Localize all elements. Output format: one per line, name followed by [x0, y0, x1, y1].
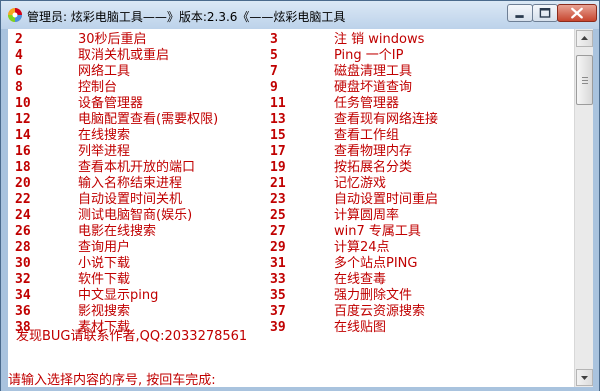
menu-item-label: 百度云资源搜索: [334, 304, 426, 319]
menu-item-number: 21: [270, 176, 286, 191]
menu-item-number: 33: [270, 272, 286, 287]
arrow-up-icon: [581, 36, 588, 40]
console-window: 管理员: 炫彩电脑工具——》版本:2.3.6《——炫彩电脑工具 2 30秒后重启 4…: [0, 0, 600, 391]
menu-item-label: 在线贴图: [334, 320, 387, 335]
bug-report-line: 发现BUG请联系作者,QQ:2033278561: [16, 329, 248, 344]
menu-item-label: 查看工作组: [334, 128, 400, 143]
menu-item-label: 计算圆周率: [334, 208, 400, 223]
menu-item-label: 计算24点: [334, 240, 390, 255]
thumb-grip: [582, 83, 588, 84]
menu-item-number: 27: [270, 224, 286, 239]
menu-item: 35 强力删除文件: [8, 288, 568, 304]
menu-item: 13 查看现有网络连接: [8, 112, 568, 128]
menu-item: 29 计算24点: [8, 240, 568, 256]
scroll-down-button[interactable]: [576, 369, 593, 386]
menu-item: 27 win7 专属工具: [8, 224, 568, 240]
menu-item-label: win7 专属工具: [334, 224, 421, 239]
menu-item-number: 5: [270, 48, 278, 63]
menu-item-label: 记忆游戏: [334, 176, 387, 191]
menu-item: 19 按拓展名分类: [8, 160, 568, 176]
menu-item: 15 查看工作组: [8, 128, 568, 144]
colorful-app-icon: [8, 8, 22, 22]
menu-item-label: 注 销 windows: [334, 32, 425, 47]
window-frame-right: [593, 29, 599, 387]
close-button[interactable]: [557, 4, 597, 22]
menu-item: 17 查看物理内存: [8, 144, 568, 160]
menu-item-label: 查看现有网络连接: [334, 112, 439, 127]
scroll-thumb[interactable]: [576, 55, 593, 105]
title-bar[interactable]: 管理员: 炫彩电脑工具——》版本:2.3.6《——炫彩电脑工具: [1, 1, 599, 29]
menu-item-label: 按拓展名分类: [334, 160, 413, 175]
menu-item-number: 7: [270, 64, 278, 79]
menu-item: 9 硬盘坏道查询: [8, 80, 568, 96]
menu-item-number: 31: [270, 256, 286, 271]
menu-item: 31 多个站点PING: [8, 256, 568, 272]
menu-item-label: 在线查毒: [334, 272, 387, 287]
menu-item: 25 计算圆周率: [8, 208, 568, 224]
minimize-button[interactable]: [507, 4, 533, 22]
menu-item-number: 19: [270, 160, 286, 175]
maximize-icon: [539, 8, 551, 18]
menu-item: 7 磁盘清理工具: [8, 64, 568, 80]
thumb-grip: [582, 77, 588, 78]
close-icon: [571, 7, 583, 19]
menu-item-number: 15: [270, 128, 286, 143]
menu-item: 3 注 销 windows: [8, 32, 568, 48]
menu-item-number: 17: [270, 144, 286, 159]
thumb-grip: [582, 80, 588, 81]
menu-item: 5 Ping 一个IP: [8, 48, 568, 64]
window-title: 管理员: 炫彩电脑工具——》版本:2.3.6《——炫彩电脑工具: [27, 10, 346, 24]
menu-item: 21 记忆游戏: [8, 176, 568, 192]
menu-item-label: 任务管理器: [334, 96, 400, 111]
menu-item-label: 磁盘清理工具: [334, 64, 413, 79]
arrow-down-icon: [581, 376, 588, 380]
menu-item-label: 多个站点PING: [334, 256, 418, 271]
menu-item-number: 39: [270, 320, 286, 335]
menu-item-label: 强力删除文件: [334, 288, 413, 303]
menu-item-number: 3: [270, 32, 278, 47]
menu-item-number: 13: [270, 112, 286, 127]
menu-item-number: 25: [270, 208, 286, 223]
window-frame-bottom: [1, 387, 599, 391]
maximize-button[interactable]: [532, 4, 558, 22]
menu-item: 11 任务管理器: [8, 96, 568, 112]
menu-item-number: 11: [270, 96, 286, 111]
menu-item-number: 29: [270, 240, 286, 255]
menu-item-label: 查看物理内存: [334, 144, 413, 159]
menu-item-number: 37: [270, 304, 286, 319]
menu-item-label: Ping 一个IP: [334, 48, 404, 63]
input-prompt[interactable]: 请输入选择内容的序号, 按回车完成:: [8, 369, 216, 387]
minimize-icon: [515, 15, 524, 18]
vertical-scrollbar[interactable]: [574, 29, 594, 387]
menu-item: 37 百度云资源搜索: [8, 304, 568, 320]
menu-item: 23 自动设置时间重启: [8, 192, 568, 208]
scroll-up-button[interactable]: [576, 30, 593, 47]
menu-item-number: 23: [270, 192, 286, 207]
menu-item: 33 在线查毒: [8, 272, 568, 288]
menu-item-number: 35: [270, 288, 286, 303]
menu-item-number: 9: [270, 80, 278, 95]
menu-item-label: 硬盘坏道查询: [334, 80, 413, 95]
menu-item-label: 自动设置时间重启: [334, 192, 439, 207]
console-output[interactable]: 2 30秒后重启 4 取消关机或重启 6 网络工具 8 控制台 10 设备管理器 12 电脑配置查看(…: [8, 29, 574, 387]
